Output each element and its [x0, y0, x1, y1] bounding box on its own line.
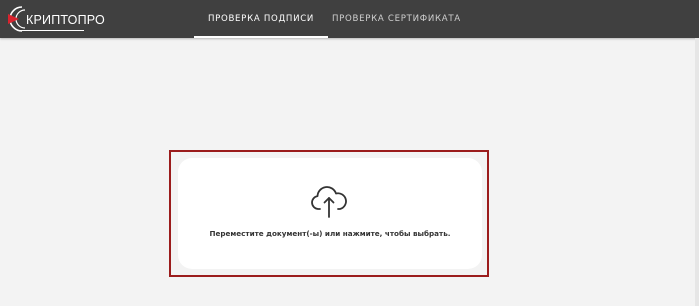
tab-certificate-check[interactable]: ПРОВЕРКА СЕРТИФИКАТА	[332, 0, 460, 38]
scrollbar-track	[695, 38, 699, 306]
tab-certificate-check-label: ПРОВЕРКА СЕРТИФИКАТА	[332, 14, 461, 24]
active-tab-indicator	[194, 36, 328, 38]
tab-signature-check-label: ПРОВЕРКА ПОДПИСИ	[207, 14, 315, 24]
tab-signature-check[interactable]: ПРОВЕРКА ПОДПИСИ	[194, 0, 328, 38]
dropzone-instruction-text: Переместите документ(-ы) или нажмите, чт…	[209, 229, 451, 238]
header-bar: КРИПТОПРО ПРОВЕРКА ПОДПИСИ ПРОВЕРКА СЕРТ…	[0, 0, 699, 38]
cryptopro-logo[interactable]: КРИПТОПРО	[6, 3, 105, 35]
cloud-upload-icon	[309, 184, 349, 218]
logo-text: КРИПТОПРО	[26, 13, 105, 27]
